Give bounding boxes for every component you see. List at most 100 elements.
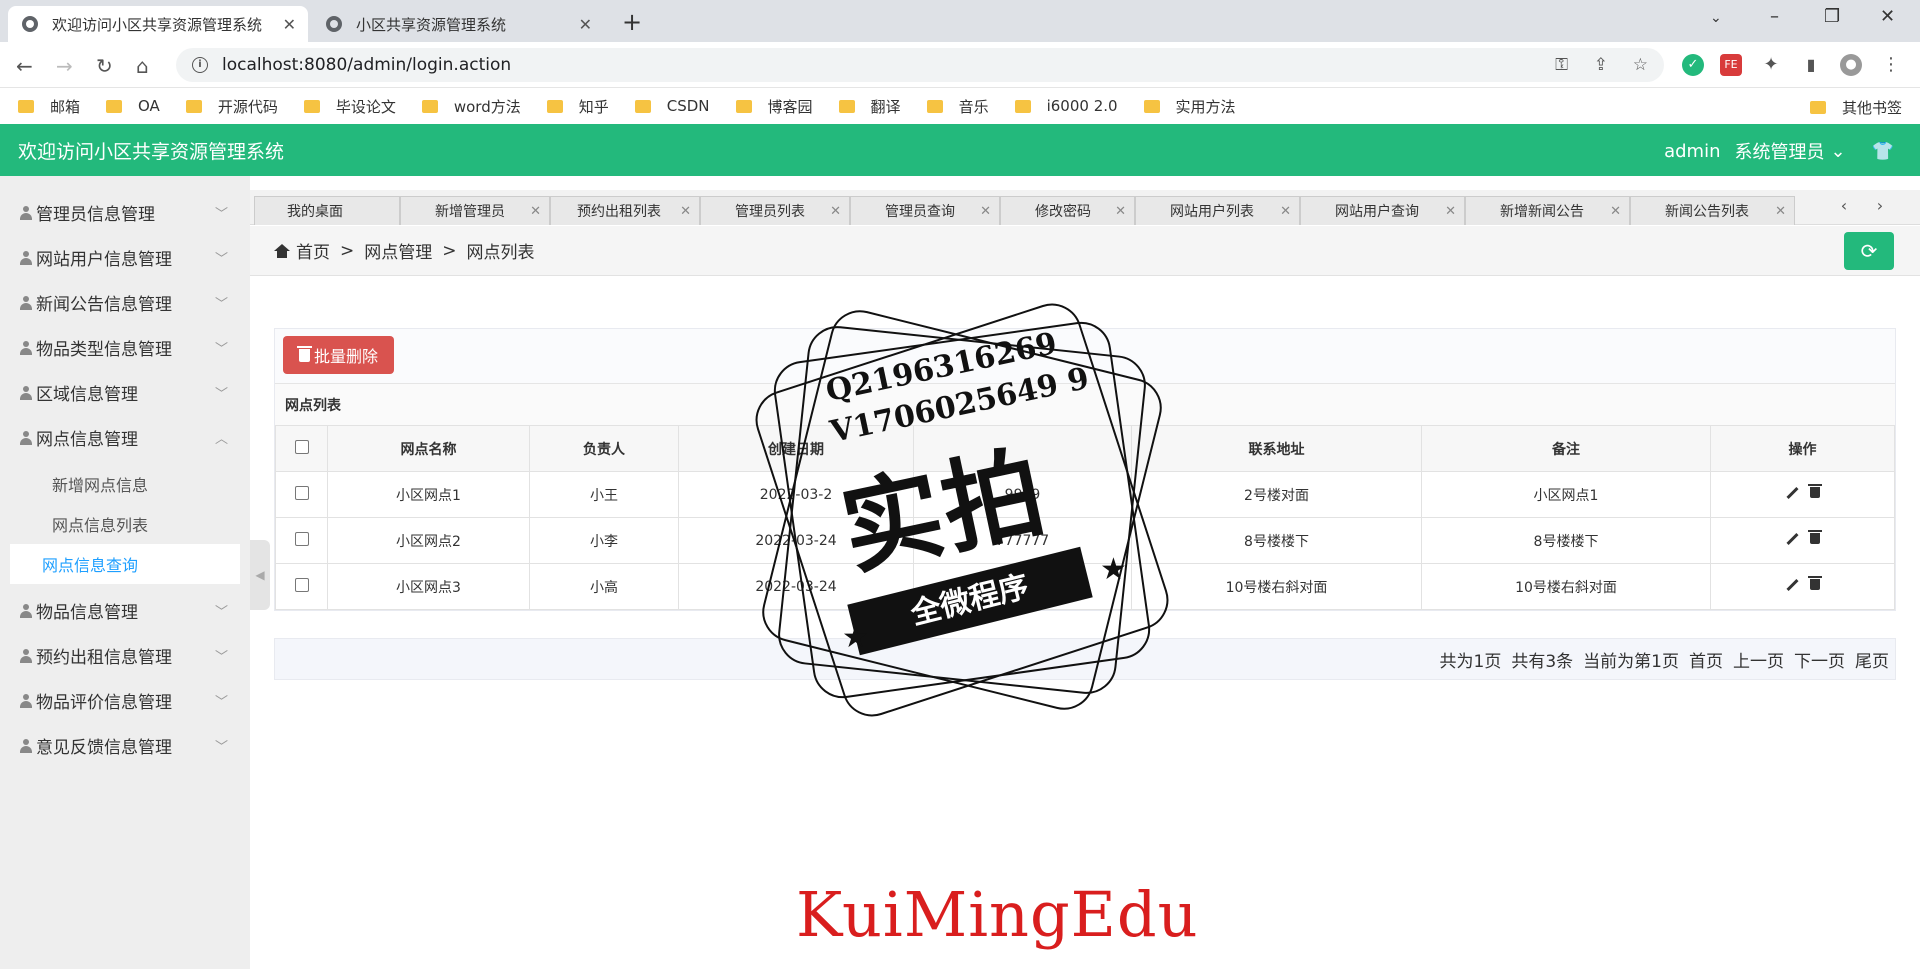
sidebar-item-rentals[interactable]: 预约出租信息管理 ﹀: [0, 633, 250, 678]
row-checkbox[interactable]: [294, 531, 309, 546]
tab-admin-query[interactable]: 管理员查询 ✕: [850, 196, 1000, 225]
bookmarks-bar: 邮箱 OA 开源代码 毕设论文 word方法 知乎 CSDN 博客园 翻译 音乐…: [0, 88, 1920, 124]
bookmark-item[interactable]: word方法: [421, 96, 521, 117]
back-icon[interactable]: ←: [16, 54, 33, 78]
batch-delete-button[interactable]: 批量删除: [283, 336, 395, 374]
close-icon[interactable]: ✕: [680, 204, 691, 219]
bookmark-item[interactable]: 博客园: [735, 96, 813, 117]
bookmark-item[interactable]: 音乐: [926, 96, 989, 117]
pager-prev[interactable]: 上一页: [1733, 647, 1784, 672]
maximize-button[interactable]: ❐: [1824, 6, 1840, 27]
sidebar-item-item-types[interactable]: 物品类型信息管理 ﹀: [0, 325, 250, 370]
sub-item-add-outlet[interactable]: 新增网点信息: [10, 464, 240, 504]
tab-rental-list[interactable]: 预约出租列表 ✕: [550, 196, 700, 225]
close-icon[interactable]: ✕: [830, 204, 841, 219]
shield-extension-icon[interactable]: ✓: [1682, 54, 1704, 76]
new-tab-button[interactable]: +: [622, 8, 642, 36]
tab-site-user-query[interactable]: 网站用户查询 ✕: [1300, 196, 1465, 225]
close-icon[interactable]: ✕: [1610, 204, 1621, 219]
tab-admin-list[interactable]: 管理员列表 ✕: [700, 196, 850, 225]
theme-shirt-icon[interactable]: 👕: [1872, 141, 1894, 162]
tab-change-password[interactable]: 修改密码 ✕: [1000, 196, 1135, 225]
breadcrumb-home[interactable]: 首页: [296, 238, 330, 263]
tab-add-news[interactable]: 新增新闻公告 ✕: [1465, 196, 1630, 225]
bookmark-item[interactable]: 知乎: [546, 96, 609, 117]
select-all-checkbox[interactable]: [294, 439, 309, 454]
pager-last[interactable]: 尾页: [1855, 647, 1889, 672]
tab-search-icon[interactable]: ⌄: [1710, 10, 1722, 26]
sidebar-item-regions[interactable]: 区域信息管理 ﹀: [0, 370, 250, 415]
bookmark-item[interactable]: 开源代码: [185, 96, 278, 117]
url-text[interactable]: localhost:8080/admin/login.action: [222, 55, 511, 75]
delete-icon[interactable]: [1807, 576, 1822, 590]
bookmark-item[interactable]: 毕设论文: [303, 96, 396, 117]
row-checkbox[interactable]: [294, 577, 309, 592]
breadcrumb-section[interactable]: 网点管理: [364, 238, 432, 263]
bookmark-item[interactable]: 邮箱: [18, 96, 80, 117]
tab-add-admin[interactable]: 新增管理员 ✕: [400, 196, 550, 225]
username[interactable]: admin: [1664, 141, 1720, 162]
edit-icon[interactable]: [1786, 579, 1798, 591]
edit-icon[interactable]: [1786, 533, 1798, 545]
sidebar-item-news[interactable]: 新闻公告信息管理 ﹀: [0, 280, 250, 325]
delete-icon[interactable]: [1807, 530, 1822, 544]
more-menu-icon[interactable]: ⋮: [1880, 54, 1902, 76]
pager-first[interactable]: 首页: [1689, 647, 1723, 672]
row-checkbox[interactable]: [294, 485, 309, 500]
pager-next[interactable]: 下一页: [1794, 647, 1845, 672]
forward-icon[interactable]: →: [56, 54, 73, 78]
sidebar-item-site-users[interactable]: 网站用户信息管理 ﹀: [0, 235, 250, 280]
close-icon[interactable]: ✕: [530, 204, 541, 219]
tab-news-list[interactable]: 新闻公告列表 ✕: [1630, 196, 1795, 225]
sidebar-item-reviews[interactable]: 物品评价信息管理 ﹀: [0, 678, 250, 723]
close-tab-icon[interactable]: ✕: [283, 15, 296, 34]
bookmark-item[interactable]: 翻译: [838, 96, 901, 117]
close-window-button[interactable]: ✕: [1880, 6, 1895, 27]
bookmark-item[interactable]: 实用方法: [1143, 96, 1236, 117]
sidebar-collapse-handle[interactable]: ◀: [250, 540, 270, 610]
sidepanel-icon[interactable]: ▮: [1800, 54, 1822, 76]
folder-icon: [926, 99, 943, 113]
minimize-button[interactable]: –: [1770, 6, 1779, 27]
sidebar-item-items[interactable]: 物品信息管理 ﹀: [0, 588, 250, 633]
key-icon[interactable]: ⚿: [1555, 55, 1568, 75]
sidebar-item-feedback[interactable]: 意见反馈信息管理 ﹀: [0, 723, 250, 768]
browser-tab-1[interactable]: 欢迎访问小区共享资源管理系统 ✕: [8, 6, 308, 42]
bookmark-star-icon[interactable]: ☆: [1633, 55, 1648, 75]
sidebar-item-admin[interactable]: 管理员信息管理 ﹀: [0, 190, 250, 235]
delete-icon[interactable]: [1807, 484, 1822, 498]
refresh-button[interactable]: ⟳: [1844, 232, 1894, 270]
tab-site-user-list[interactable]: 网站用户列表 ✕: [1135, 196, 1300, 225]
bookmark-item[interactable]: OA: [106, 97, 160, 115]
close-icon[interactable]: ✕: [1445, 204, 1456, 219]
folder-icon: [18, 99, 34, 113]
sub-item-outlet-query[interactable]: 网点信息查询: [10, 544, 240, 584]
tabs-scroll-right-icon[interactable]: ›: [1862, 196, 1898, 215]
reload-icon[interactable]: ↻: [96, 54, 113, 78]
chevron-down-icon: ﹀: [214, 695, 228, 710]
close-icon[interactable]: ✕: [1115, 204, 1126, 219]
chevron-down-icon[interactable]: ⌄: [1830, 141, 1845, 162]
bookmark-item[interactable]: CSDN: [634, 97, 710, 115]
close-icon[interactable]: ✕: [1775, 204, 1786, 219]
sub-item-outlet-list[interactable]: 网点信息列表: [10, 504, 240, 544]
profile-avatar[interactable]: ●: [1840, 54, 1862, 76]
puzzle-icon[interactable]: ✦: [1760, 54, 1782, 76]
share-icon[interactable]: ⇪: [1594, 55, 1608, 75]
browser-tab-2[interactable]: 小区共享资源管理系统 ✕: [312, 6, 604, 42]
close-icon[interactable]: ✕: [980, 204, 991, 219]
app-title: 欢迎访问小区共享资源管理系统: [18, 141, 285, 163]
sidebar-item-outlets[interactable]: 网点信息管理 ︿: [0, 415, 250, 460]
other-bookmarks[interactable]: 其他书签: [1809, 97, 1902, 118]
close-icon[interactable]: ✕: [1280, 204, 1291, 219]
site-info-icon[interactable]: i: [192, 57, 208, 73]
home-icon[interactable]: ⌂: [136, 54, 149, 78]
fe-extension-icon[interactable]: FE: [1720, 54, 1742, 76]
role-dropdown[interactable]: 系统管理员: [1734, 138, 1824, 164]
close-tab-icon[interactable]: ✕: [579, 15, 592, 34]
bookmark-item[interactable]: i6000 2.0: [1014, 97, 1118, 115]
tab-desktop[interactable]: 我的桌面: [254, 196, 400, 225]
omnibox[interactable]: i localhost:8080/admin/login.action ⚿ ⇪ …: [176, 48, 1664, 82]
edit-icon[interactable]: [1786, 487, 1798, 499]
tabs-scroll-left-icon[interactable]: ‹: [1826, 196, 1862, 215]
